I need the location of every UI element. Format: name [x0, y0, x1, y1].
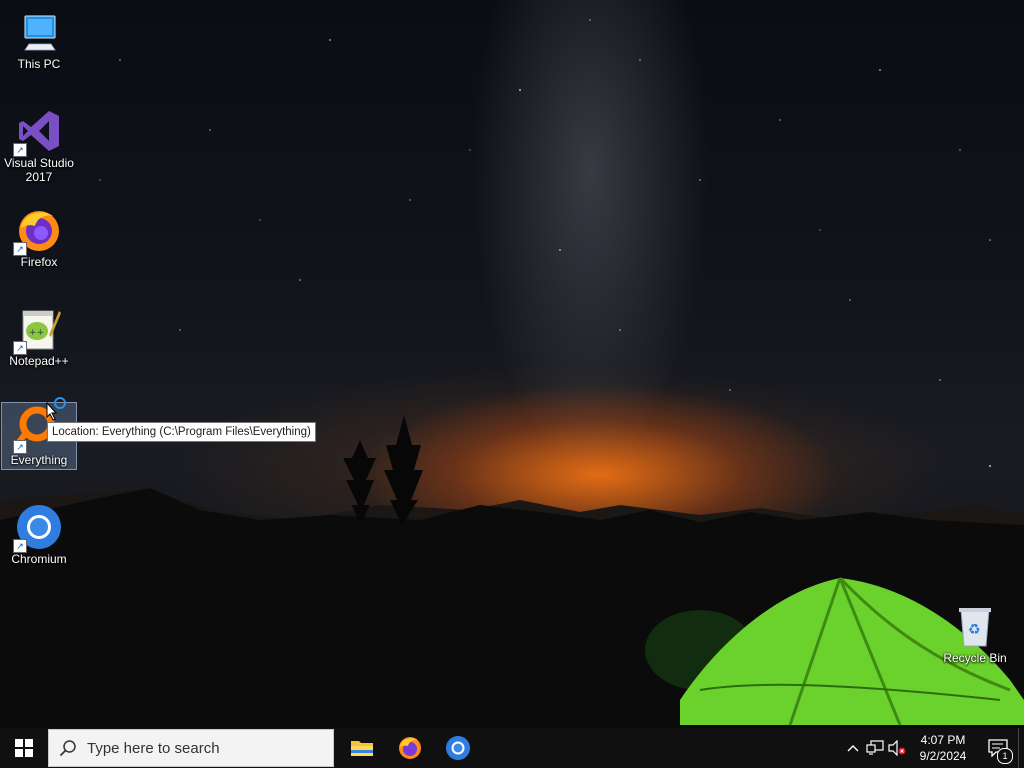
shortcut-arrow-icon: ↗ — [13, 242, 27, 256]
taskbar-search-box[interactable]: Type here to search — [48, 729, 334, 767]
search-icon — [59, 740, 76, 757]
show-desktop-button[interactable] — [1018, 728, 1024, 768]
desktop-icon-label: Firefox — [20, 255, 58, 269]
visual-studio-icon: ↗ — [13, 107, 63, 157]
desktop-icon-label: Chromium — [11, 552, 67, 566]
desktop-icon-this-pc[interactable]: This PC — [1, 6, 77, 74]
firefox-icon — [399, 737, 421, 759]
shortcut-arrow-icon: ↗ — [13, 143, 27, 157]
shortcut-arrow-icon: ↗ — [13, 341, 27, 355]
svg-text:++: ++ — [29, 328, 44, 338]
start-button[interactable] — [0, 728, 48, 768]
recycle-bin-icon: ♻ — [951, 602, 999, 650]
shortcut-arrow-icon: ↗ — [13, 539, 27, 553]
desktop-wallpaper — [0, 0, 1024, 728]
taskbar-app-file-explorer[interactable] — [338, 728, 386, 768]
desktop-icon-label: Visual Studio 2017 — [4, 156, 74, 184]
notepad-plus-plus-icon: ++ ↗ — [13, 305, 63, 355]
taskbar-clock[interactable]: 4:07 PM 9/2/2024 — [908, 732, 978, 764]
desktop-icon-firefox[interactable]: ↗ Firefox — [1, 204, 77, 272]
busy-spinner-icon — [53, 396, 67, 415]
desktop-icon-notepad-plus-plus[interactable]: ++ ↗ Notepad++ — [1, 303, 77, 371]
clock-date: 9/2/2024 — [919, 749, 967, 763]
volume-muted-icon[interactable] — [886, 728, 908, 768]
svg-text:♻: ♻ — [968, 622, 981, 638]
taskbar-app-firefox[interactable] — [386, 728, 434, 768]
icon-location-tooltip: Location: Everything (C:\Program Files\E… — [47, 422, 316, 442]
desktop-icon-label: Notepad++ — [9, 354, 69, 368]
windows-logo-icon — [15, 739, 33, 757]
system-tray: 4:07 PM 9/2/2024 1 — [842, 728, 1024, 768]
desktop-icon-visual-studio[interactable]: ↗ Visual Studio 2017 — [1, 105, 77, 184]
taskbar: Type here to search 4:07 PM 9/2/2024 1 — [0, 728, 1024, 768]
firefox-icon: ↗ — [13, 206, 63, 256]
taskbar-app-chromium[interactable] — [434, 728, 482, 768]
desktop-icon-label: This PC — [17, 57, 61, 71]
chromium-icon: ↗ — [13, 503, 63, 553]
desktop-icon-recycle-bin[interactable]: ♻ Recycle Bin — [936, 600, 1014, 668]
desktop-icon-label: Everything — [10, 453, 68, 467]
desktop-icon-chromium[interactable]: ↗ Chromium — [1, 501, 77, 569]
action-center-button[interactable]: 1 — [978, 728, 1018, 768]
show-hidden-icons-chevron-icon[interactable] — [842, 728, 864, 768]
desktop-icon-label: Recycle Bin — [943, 651, 1007, 665]
network-icon[interactable] — [864, 728, 886, 768]
chromium-icon — [446, 736, 470, 760]
notification-count-badge: 1 — [997, 748, 1013, 764]
shortcut-arrow-icon: ↗ — [13, 440, 27, 454]
folder-icon — [351, 741, 373, 756]
search-placeholder: Type here to search — [87, 739, 220, 757]
clock-time: 4:07 PM — [920, 733, 966, 747]
computer-icon — [15, 8, 63, 56]
